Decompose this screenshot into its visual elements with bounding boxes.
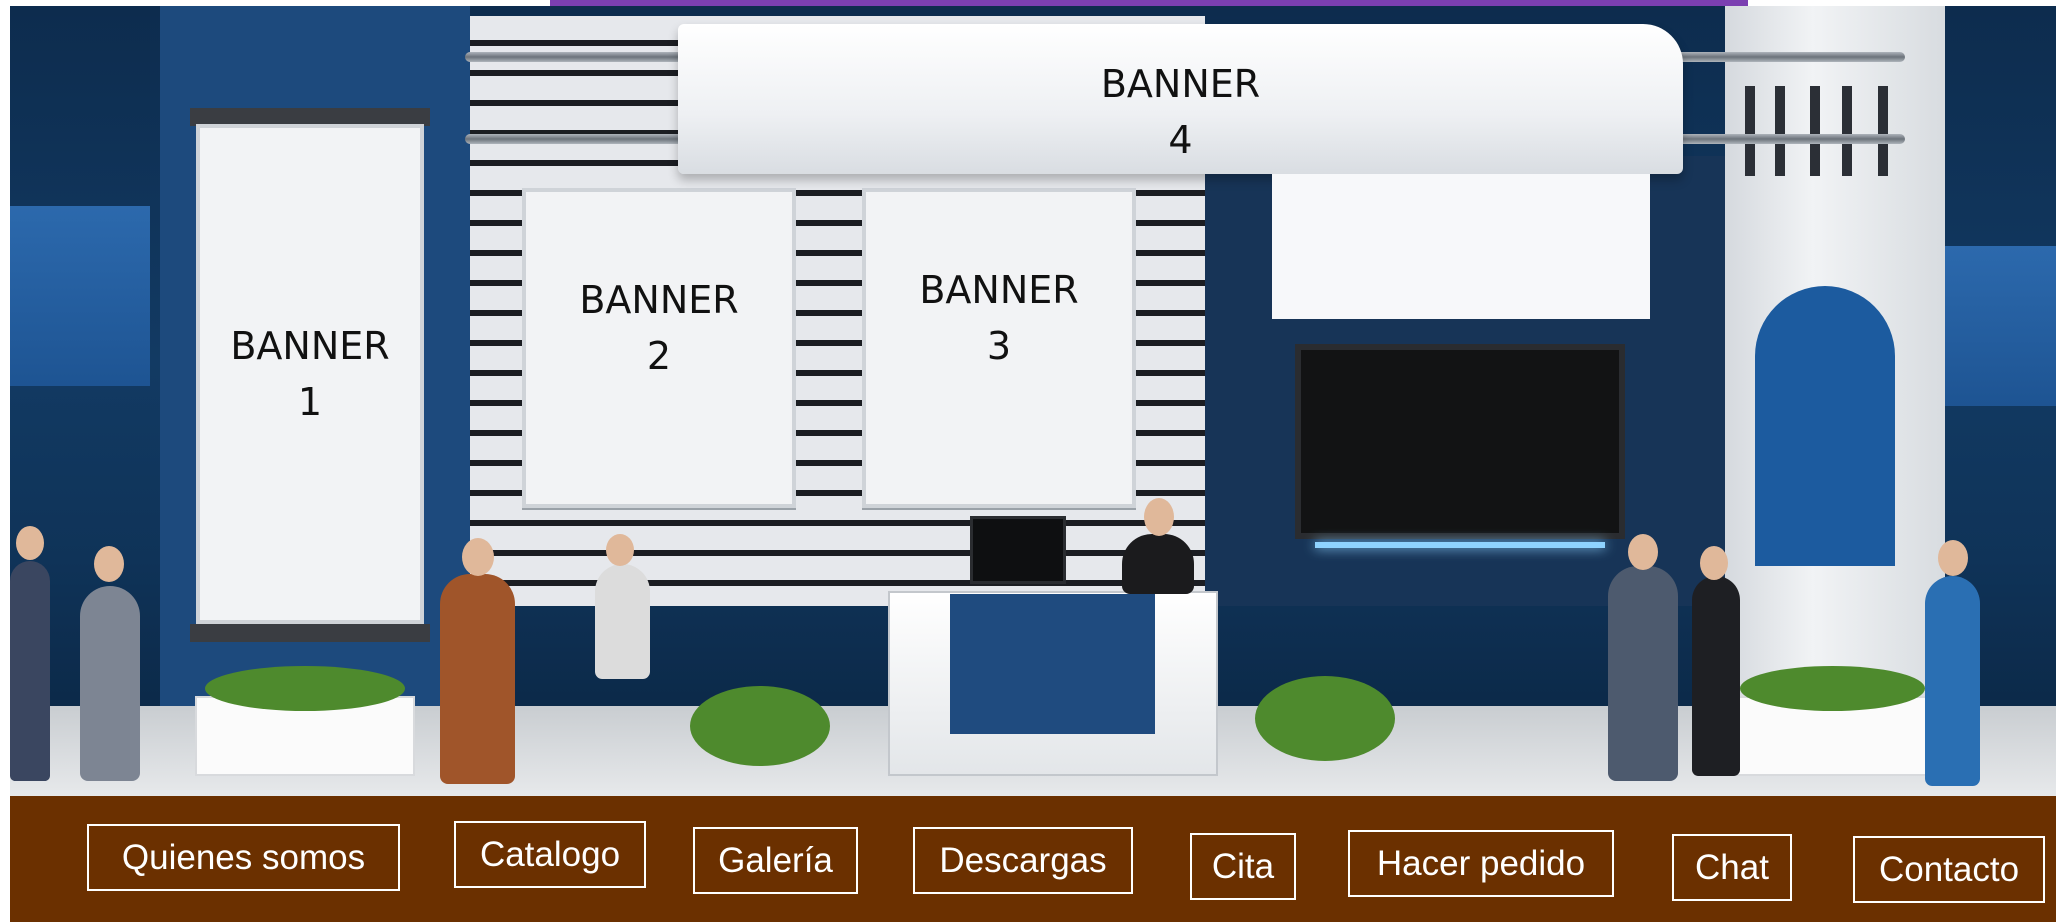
tower-arch-window <box>1755 286 1895 566</box>
reception-counter-front-panel <box>950 594 1155 734</box>
support-rod <box>465 134 695 144</box>
banner-2-title: BANNER <box>579 278 739 322</box>
person-head <box>1938 540 1968 576</box>
person-head <box>1700 546 1728 580</box>
banner-4-title: BANNER <box>1100 62 1261 106</box>
banner-1-bottom-cap <box>190 624 430 642</box>
tower-slot <box>1745 86 1755 176</box>
tv-light-strip <box>1315 542 1605 548</box>
nav-hacer-pedido-button[interactable]: Hacer pedido <box>1348 830 1614 897</box>
background-window-left <box>10 206 150 386</box>
person-head <box>94 546 124 582</box>
virtual-booth-page: BANNER 1 BANNER 2 BANNER 3 BANNER 4 Quie… <box>0 0 2056 922</box>
person-head <box>606 534 634 566</box>
nav-chat-button[interactable]: Chat <box>1672 834 1792 901</box>
person-head <box>1628 534 1658 570</box>
plant <box>1255 676 1395 761</box>
banner-1-text: BANNER 1 <box>230 318 389 430</box>
banner-3-text: BANNER 3 <box>919 262 1078 374</box>
person-head <box>1144 498 1174 536</box>
banner-1: BANNER 1 <box>196 124 424 624</box>
light-panel <box>1272 174 1650 319</box>
person-seated <box>595 564 650 679</box>
person-head <box>16 526 44 560</box>
background-window-right <box>1945 246 2056 406</box>
person-right-walking <box>1925 576 1980 786</box>
banner-2-text: BANNER 2 <box>579 272 738 384</box>
person-head <box>462 538 494 576</box>
person-woman-right <box>1692 576 1740 776</box>
banner-2: BANNER 2 <box>522 188 796 508</box>
banner-4: BANNER 4 <box>678 24 1683 174</box>
banner-4-number: 4 <box>1168 118 1193 162</box>
nav-descargas-button[interactable]: Descargas <box>913 827 1133 894</box>
person-left-walking <box>10 561 50 781</box>
plant <box>205 666 405 711</box>
tower-slot <box>1775 86 1785 176</box>
nav-catalogo-button[interactable]: Catalogo <box>454 821 646 888</box>
banner-2-number: 2 <box>646 334 672 378</box>
bottom-navigation-bar: Quienes somos Catalogo Galería Descargas… <box>10 796 2056 922</box>
banner-1-title: BANNER <box>230 324 390 368</box>
nav-cita-button[interactable]: Cita <box>1190 833 1296 900</box>
plant <box>1740 666 1925 711</box>
banner-1-number: 1 <box>297 380 323 424</box>
nav-galeria-button[interactable]: Galería <box>693 827 858 894</box>
support-rod <box>1670 52 1905 62</box>
tower-slot <box>1842 86 1852 176</box>
nav-quienes-somos-button[interactable]: Quienes somos <box>87 824 400 891</box>
banner-3: BANNER 3 <box>862 188 1136 508</box>
tv-screen <box>1295 344 1625 539</box>
support-rod <box>465 52 695 62</box>
person-woman-left <box>80 586 140 781</box>
person-suit <box>1608 566 1678 781</box>
banner-4-text: BANNER 4 <box>678 56 1683 168</box>
banner-3-number: 3 <box>986 324 1012 368</box>
person-brown-jacket <box>440 574 515 784</box>
nav-contacto-button[interactable]: Contacto <box>1853 836 2045 903</box>
receptionist <box>1122 534 1194 594</box>
banner-3-title: BANNER <box>919 268 1079 312</box>
tower-slot <box>1878 86 1888 176</box>
support-rod <box>1670 134 1905 144</box>
monitor <box>970 516 1066 584</box>
tower-slot <box>1810 86 1820 176</box>
plant <box>690 686 830 766</box>
exhibition-booth-scene: BANNER 1 BANNER 2 BANNER 3 BANNER 4 <box>10 6 2056 796</box>
